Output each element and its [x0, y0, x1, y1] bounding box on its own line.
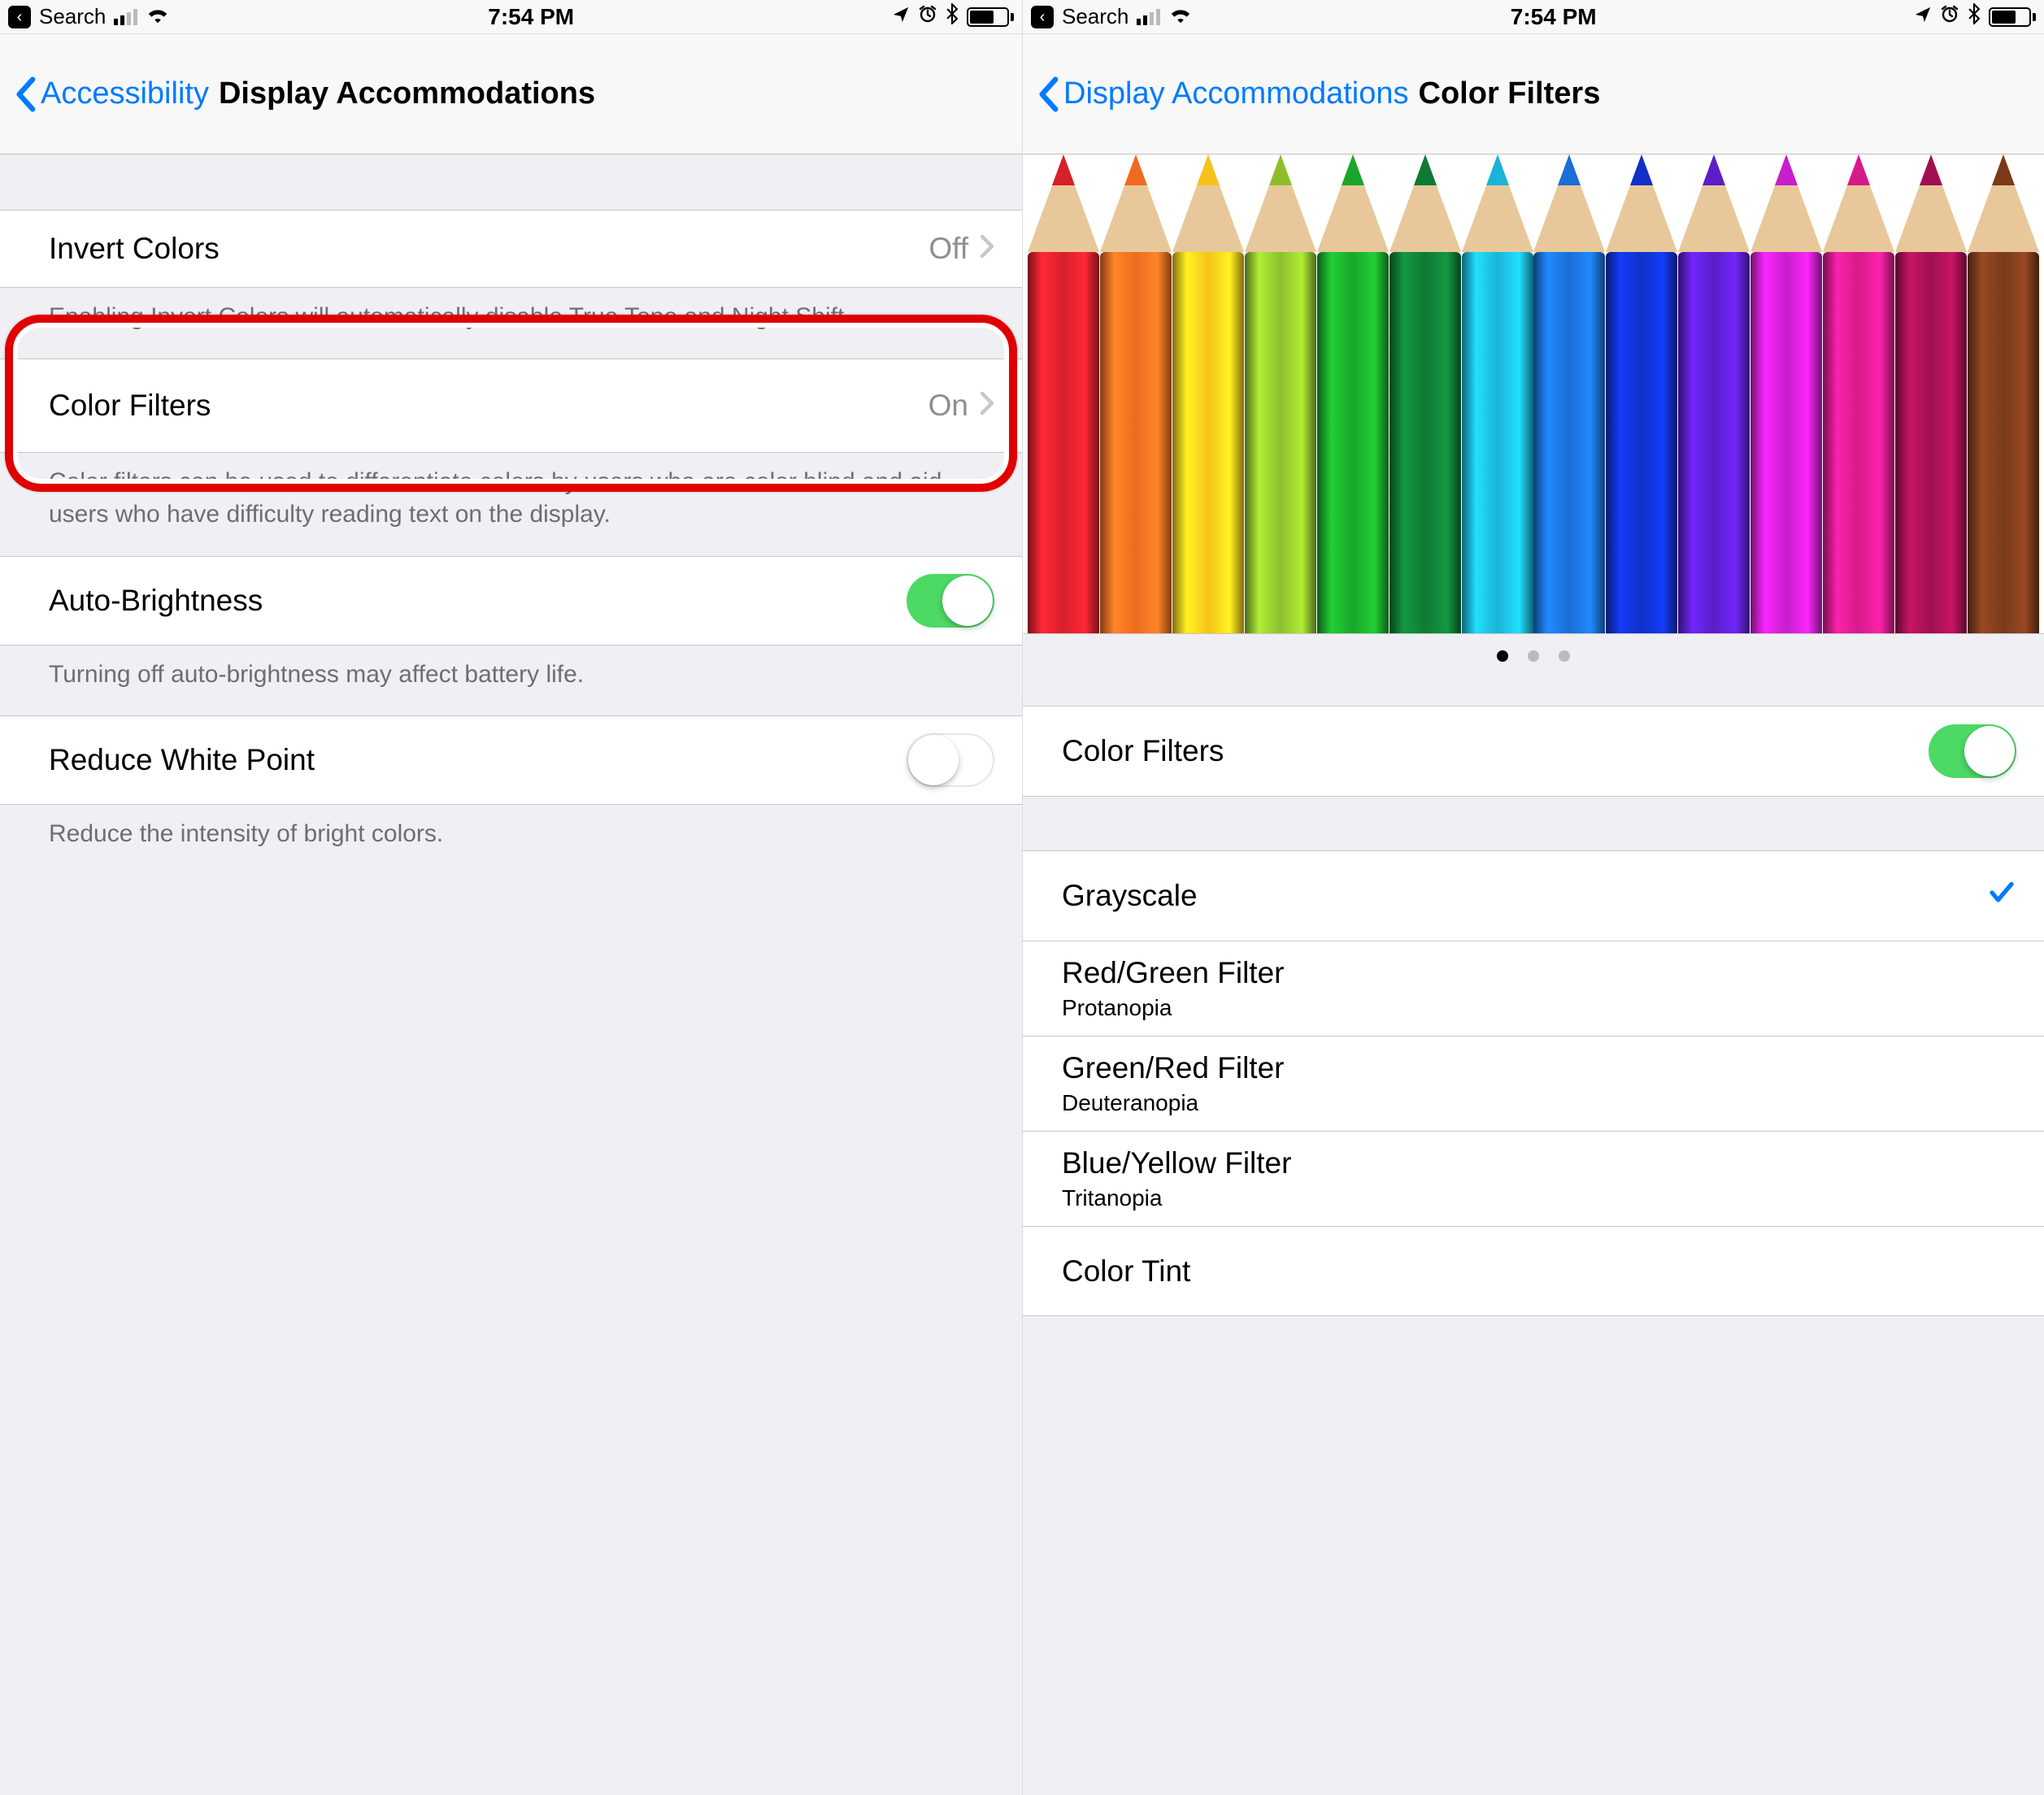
location-icon	[892, 4, 910, 29]
chevron-left-icon	[1036, 76, 1060, 112]
pencil-icon	[1531, 154, 1608, 633]
nav-bar: Display Accommodations Color Filters	[1023, 34, 2044, 154]
nav-title: Color Filters	[1419, 76, 1601, 111]
wifi-icon	[1168, 4, 1193, 29]
page-dot[interactable]	[1528, 650, 1539, 662]
pencil-icon	[1892, 154, 1969, 633]
toggle-auto-brightness[interactable]	[907, 574, 994, 628]
status-bar: ‹ Search 7:54 PM	[0, 0, 1022, 34]
row-label: Color Filters	[1062, 734, 1929, 768]
row-label: Reduce White Point	[49, 743, 907, 777]
cell-signal-icon	[114, 9, 137, 25]
pencil-icon	[1820, 154, 1897, 633]
nav-back-label: Accessibility	[41, 76, 209, 111]
toggle-reduce-white-point[interactable]	[907, 733, 994, 787]
row-value: Off	[928, 232, 968, 266]
row-label: Auto-Brightness	[49, 584, 907, 618]
footer-invert: Enabling Invert Colors will automaticall…	[0, 288, 1022, 359]
checkmark-icon	[1987, 878, 2016, 915]
page-indicator[interactable]	[1023, 634, 2044, 678]
pencil-icon	[1603, 154, 1681, 633]
pencil-icon	[1242, 154, 1320, 633]
page-dot[interactable]	[1559, 650, 1570, 662]
bluetooth-icon	[946, 3, 959, 30]
color-preview-pencils[interactable]	[1023, 154, 2044, 634]
footer-reduce-white: Reduce the intensity of bright colors.	[0, 805, 1022, 876]
nav-title: Display Accommodations	[219, 76, 595, 111]
filter-option[interactable]: Blue/Yellow Filter Tritanopia	[1023, 1131, 2044, 1226]
filter-option[interactable]: Grayscale	[1023, 851, 2044, 941]
option-sublabel: Tritanopia	[1062, 1185, 1291, 1211]
status-time: 7:54 PM	[488, 4, 574, 30]
nav-back-button[interactable]: Accessibility	[13, 76, 209, 112]
status-time: 7:54 PM	[1511, 4, 1597, 30]
pencil-icon	[1170, 154, 1247, 633]
chevron-right-icon	[980, 232, 994, 266]
chevron-right-icon	[980, 389, 994, 423]
footer-color-filters: Color filters can be used to differentia…	[0, 453, 1022, 556]
cell-signal-icon	[1137, 9, 1160, 25]
toggle-color-filters[interactable]	[1929, 724, 2016, 778]
page-dot[interactable]	[1497, 650, 1508, 662]
pencil-icon	[1459, 154, 1536, 633]
row-label: Color Filters	[49, 389, 928, 423]
row-value: On	[928, 389, 968, 423]
option-sublabel: Protanopia	[1062, 995, 1285, 1021]
pencil-icon	[1676, 154, 1753, 633]
pencil-icon	[1964, 154, 2042, 633]
pencil-icon	[1748, 154, 1825, 633]
screen-color-filters: ‹ Search 7:54 PM Display Accommodations …	[1022, 0, 2044, 1795]
status-back-label[interactable]: Search	[39, 4, 106, 29]
option-label: Blue/Yellow Filter	[1062, 1146, 1291, 1180]
row-label: Invert Colors	[49, 232, 928, 266]
alarm-icon	[1940, 4, 1959, 29]
screen-display-accommodations: ‹ Search 7:54 PM Accessibility Display A…	[0, 0, 1022, 1795]
location-icon	[1914, 4, 1932, 29]
option-sublabel: Deuteranopia	[1062, 1090, 1285, 1116]
bluetooth-icon	[1968, 3, 1981, 30]
status-back-icon[interactable]: ‹	[8, 6, 31, 28]
row-invert-colors[interactable]: Invert Colors Off	[0, 210, 1022, 288]
filter-option[interactable]: Green/Red Filter Deuteranopia	[1023, 1036, 2044, 1131]
nav-back-button[interactable]: Display Accommodations	[1036, 76, 1409, 112]
status-back-icon[interactable]: ‹	[1031, 6, 1054, 28]
pencil-icon	[1098, 154, 1175, 633]
alarm-icon	[918, 4, 937, 29]
footer-auto-brightness: Turning off auto-brightness may affect b…	[0, 645, 1022, 716]
filter-option[interactable]: Red/Green Filter Protanopia	[1023, 941, 2044, 1036]
row-auto-brightness[interactable]: Auto-Brightness	[0, 556, 1022, 645]
wifi-icon	[146, 4, 170, 29]
row-color-filters-toggle[interactable]: Color Filters	[1023, 706, 2044, 797]
pencil-icon	[1025, 154, 1102, 633]
nav-bar: Accessibility Display Accommodations	[0, 34, 1022, 154]
status-back-label[interactable]: Search	[1062, 4, 1129, 29]
filter-options-list: Grayscale Red/Green Filter Protanopia Green…	[1023, 850, 2044, 1316]
pencil-icon	[1314, 154, 1391, 633]
battery-icon	[1989, 7, 2036, 27]
row-reduce-white-point[interactable]: Reduce White Point	[0, 715, 1022, 805]
filter-option[interactable]: Color Tint	[1023, 1226, 2044, 1315]
option-label: Color Tint	[1062, 1254, 1190, 1289]
option-label: Grayscale	[1062, 879, 1198, 913]
chevron-left-icon	[13, 76, 37, 112]
status-bar: ‹ Search 7:54 PM	[1023, 0, 2044, 34]
row-color-filters[interactable]: Color Filters On	[0, 359, 1022, 453]
battery-icon	[967, 7, 1014, 27]
option-label: Green/Red Filter	[1062, 1051, 1285, 1085]
option-label: Red/Green Filter	[1062, 956, 1285, 990]
pencil-icon	[1386, 154, 1463, 633]
nav-back-label: Display Accommodations	[1063, 76, 1409, 111]
